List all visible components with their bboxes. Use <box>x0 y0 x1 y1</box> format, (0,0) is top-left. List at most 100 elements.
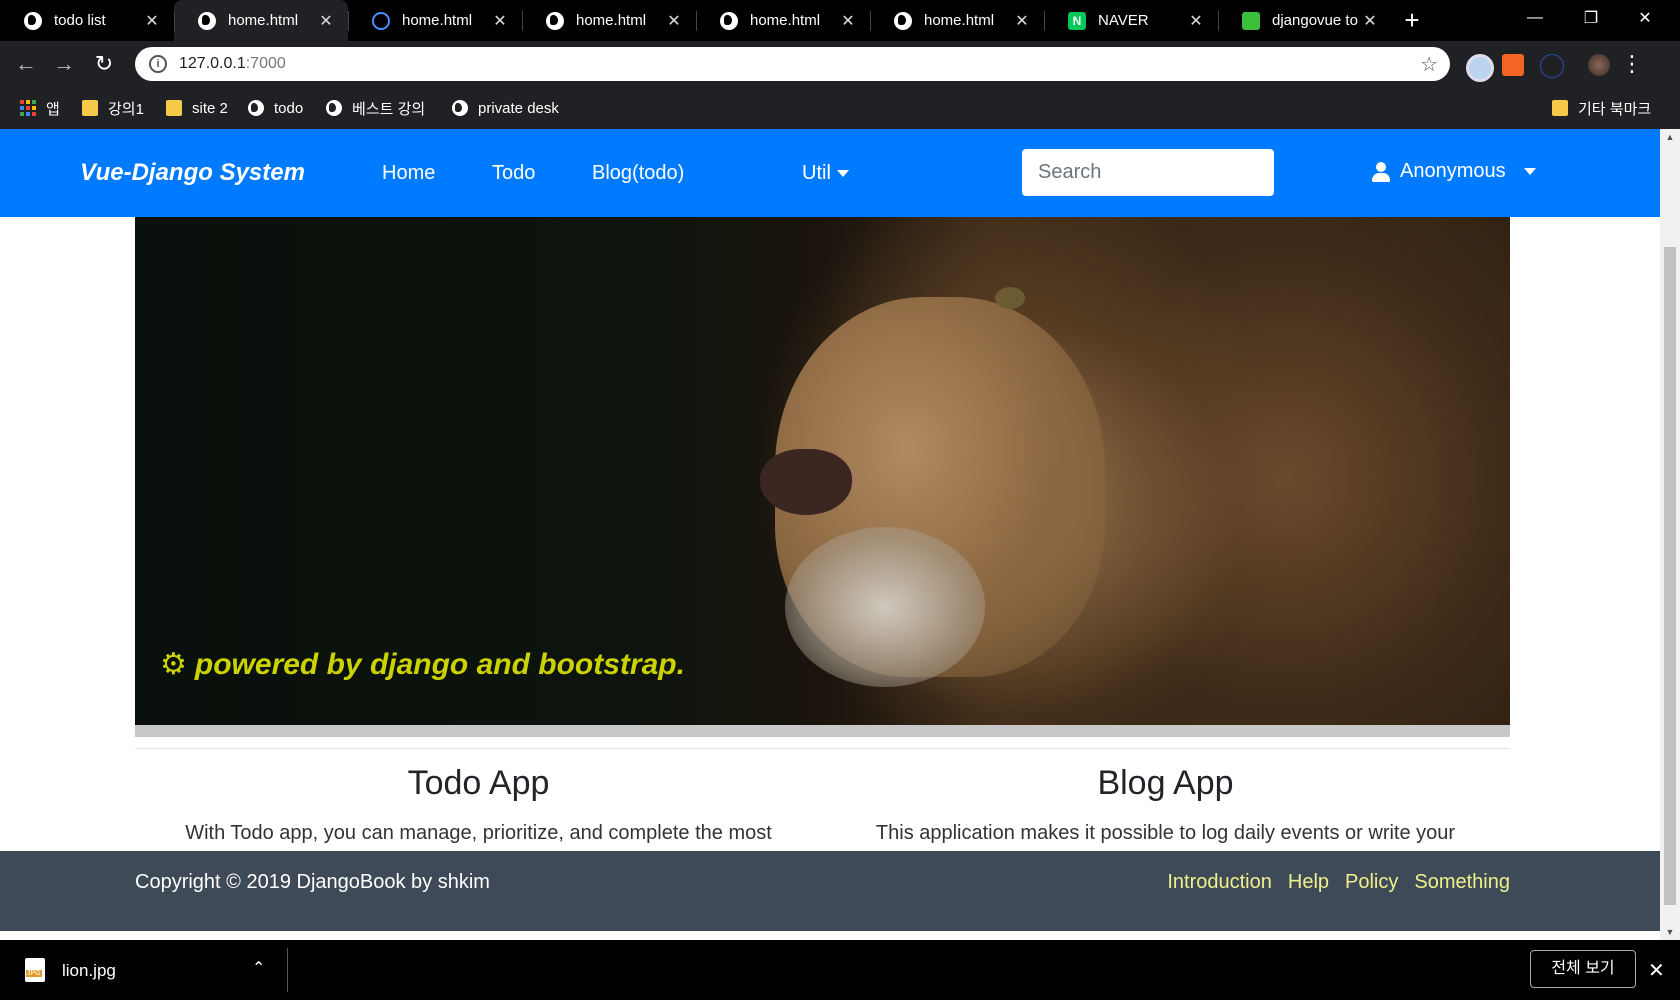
apps-icon <box>20 100 36 116</box>
site-navbar: Vue-Django System Home Todo Blog(todo) U… <box>0 129 1660 217</box>
tab-home-loading[interactable]: home.html ✕ <box>348 0 522 41</box>
bookmark-link[interactable]: todo <box>248 87 303 129</box>
url-host: 127.0.0.1 <box>179 55 246 72</box>
address-bar[interactable]: i 127.0.0.1:7000 ☆ <box>135 47 1450 81</box>
bookmark-label: 기타 북마크 <box>1578 100 1652 118</box>
profile-avatar[interactable] <box>1588 54 1610 76</box>
tab-title: NAVER <box>1098 12 1149 29</box>
footer-link-policy[interactable]: Policy <box>1345 871 1398 894</box>
footer-link-something[interactable]: Something <box>1414 871 1510 894</box>
shelf-divider <box>287 948 288 992</box>
tab-close-icon[interactable]: ✕ <box>1188 11 1204 31</box>
bookmark-label: 강의1 <box>108 100 144 118</box>
search-input[interactable] <box>1022 149 1274 196</box>
card-title: Todo App <box>407 764 550 802</box>
reload-icon[interactable]: ↻ <box>92 52 116 76</box>
footer-link-help[interactable]: Help <box>1288 871 1329 894</box>
nav-blog[interactable]: Blog(todo) <box>592 162 684 185</box>
tab-close-icon[interactable]: ✕ <box>1014 11 1030 31</box>
tab-close-icon[interactable]: ✕ <box>144 11 160 31</box>
card-text: With Todo app, you can manage, prioritiz… <box>185 822 772 844</box>
tab-title: home.html <box>228 12 299 29</box>
extension-a-icon[interactable] <box>1540 54 1564 78</box>
forward-icon[interactable]: → <box>52 52 76 76</box>
extension-ex-icon[interactable] <box>1502 54 1524 76</box>
bookmark-label: 베스트 강의 <box>352 100 426 118</box>
tab-naver[interactable]: N NAVER ✕ <box>1044 0 1218 41</box>
page-viewport: Vue-Django System Home Todo Blog(todo) U… <box>0 129 1660 940</box>
bookmark-link[interactable]: 베스트 강의 <box>326 87 425 129</box>
show-all-button[interactable]: 전체 보기 <box>1530 950 1636 988</box>
tab-close-icon[interactable]: ✕ <box>1362 11 1378 31</box>
bookmarks-bar: 앱 강의1 site 2 todo 베스트 강의 private desk 기타… <box>0 87 1680 129</box>
scroll-down-icon[interactable]: ▼ <box>1660 924 1680 940</box>
info-icon[interactable]: i <box>149 55 167 73</box>
bookmark-other-folder[interactable]: 기타 북마크 <box>1552 87 1651 129</box>
globe-icon <box>248 100 264 116</box>
user-icon <box>1372 161 1390 182</box>
card-title: Blog App <box>1097 764 1234 802</box>
restore-icon[interactable]: ❐ <box>1566 0 1616 36</box>
nav-util-dropdown[interactable]: Util <box>802 162 849 185</box>
extension-icon[interactable] <box>1466 54 1494 82</box>
globe-icon <box>546 11 564 30</box>
globe-icon <box>24 11 42 30</box>
tab-title: home.html <box>924 12 995 29</box>
loading-ring-icon <box>372 11 390 30</box>
caret-down-icon <box>1523 168 1536 175</box>
site-brand[interactable]: Vue-Django System <box>80 159 305 187</box>
tab-home[interactable]: home.html ✕ <box>870 0 1044 41</box>
chevron-up-icon[interactable]: ⌃ <box>252 958 265 978</box>
tab-title: home.html <box>750 12 821 29</box>
nav-home[interactable]: Home <box>382 162 435 185</box>
caret-down-icon <box>836 170 849 178</box>
footer-links: Introduction Help Policy Something <box>1167 871 1510 894</box>
tab-close-icon[interactable]: ✕ <box>666 11 682 31</box>
nav-todo[interactable]: Todo <box>492 162 535 185</box>
tab-close-icon[interactable]: ✕ <box>840 11 856 31</box>
minimize-icon[interactable]: — <box>1510 0 1560 36</box>
bookmark-folder[interactable]: site 2 <box>166 87 228 129</box>
close-icon[interactable]: ✕ <box>1648 958 1665 983</box>
tab-close-icon[interactable]: ✕ <box>318 11 334 31</box>
bookmark-apps[interactable]: 앱 <box>20 87 60 129</box>
url-text[interactable]: 127.0.0.1:7000 <box>179 55 286 73</box>
tab-todo-list[interactable]: todo list ✕ <box>0 0 174 41</box>
hero-image: ⚙ powered by django and bootstrap. <box>135 217 1510 725</box>
bookmark-folder[interactable]: 강의1 <box>82 87 144 129</box>
tab-home[interactable]: home.html ✕ <box>522 0 696 41</box>
footer-link-introduction[interactable]: Introduction <box>1167 871 1272 894</box>
hero-bottom-bar <box>135 725 1510 737</box>
scroll-up-icon[interactable]: ▲ <box>1660 129 1680 145</box>
hero-caption: ⚙ powered by django and bootstrap. <box>160 647 685 682</box>
tab-home[interactable]: home.html ✕ <box>696 0 870 41</box>
tab-title: djangovue to <box>1272 12 1358 29</box>
menu-kebab-icon[interactable]: ⋮ <box>1620 52 1644 76</box>
bookmark-star-icon[interactable]: ☆ <box>1420 52 1438 77</box>
tab-djangovue[interactable]: djangovue to ✕ <box>1218 0 1392 41</box>
naver-icon: N <box>1068 11 1086 30</box>
back-icon[interactable]: ← <box>14 52 38 76</box>
download-file-name[interactable]: lion.jpg <box>62 961 116 981</box>
lion-muzzle <box>785 527 985 687</box>
jpg-file-icon <box>25 958 45 982</box>
close-window-icon[interactable]: ✕ <box>1620 0 1670 36</box>
djangovue-icon <box>1242 11 1260 30</box>
globe-icon <box>720 11 738 30</box>
folder-icon <box>1552 100 1568 116</box>
todo-app-card: Todo App With Todo app, you can manage, … <box>135 759 822 847</box>
user-dropdown[interactable]: Anonymous <box>1372 160 1536 183</box>
tab-close-icon[interactable]: ✕ <box>492 11 508 31</box>
new-tab-button[interactable]: + <box>1392 0 1432 41</box>
bookmark-link[interactable]: private desk <box>452 87 559 129</box>
bookmark-label: site 2 <box>192 99 228 117</box>
page-scrollbar[interactable]: ▲ ▼ <box>1660 129 1680 940</box>
bookmark-label: 앱 <box>46 100 60 118</box>
scroll-thumb[interactable] <box>1664 247 1676 905</box>
folder-icon <box>166 100 182 116</box>
tab-home-active[interactable]: home.html ✕ <box>174 0 348 41</box>
footer-copyright: Copyright © 2019 DjangoBook by shkim <box>135 871 490 893</box>
hero-caption-text: powered by django and bootstrap. <box>194 647 685 681</box>
gear-icon: ⚙ <box>160 648 187 681</box>
site-footer: Copyright © 2019 DjangoBook by shkim Int… <box>0 851 1660 931</box>
